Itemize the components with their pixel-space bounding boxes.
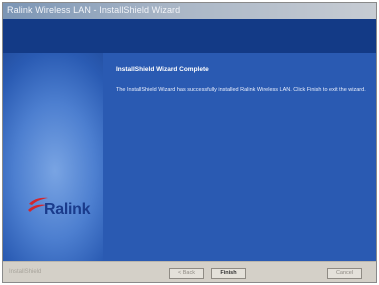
page-title: InstallShield Wizard Complete	[116, 66, 209, 73]
side-panel: Ralink	[3, 53, 103, 261]
header-band	[3, 19, 376, 53]
title-bar[interactable]: Ralink Wireless LAN - InstallShield Wiza…	[3, 3, 376, 19]
ralink-logo: Ralink	[27, 193, 97, 221]
button-bar: InstallShield < Back Finish Cancel	[3, 261, 376, 282]
cancel-button[interactable]: Cancel	[327, 268, 362, 279]
main-panel: InstallShield Wizard Complete The Instal…	[103, 53, 376, 261]
window-title: Ralink Wireless LAN - InstallShield Wiza…	[7, 5, 181, 15]
logo-text: Ralink	[44, 201, 91, 218]
installshield-brand: InstallShield	[9, 269, 42, 275]
completion-message: The InstallShield Wizard has successfull…	[116, 87, 366, 93]
back-button[interactable]: < Back	[169, 268, 204, 279]
installer-window: Ralink Wireless LAN - InstallShield Wiza…	[2, 2, 377, 283]
finish-button[interactable]: Finish	[211, 268, 246, 279]
